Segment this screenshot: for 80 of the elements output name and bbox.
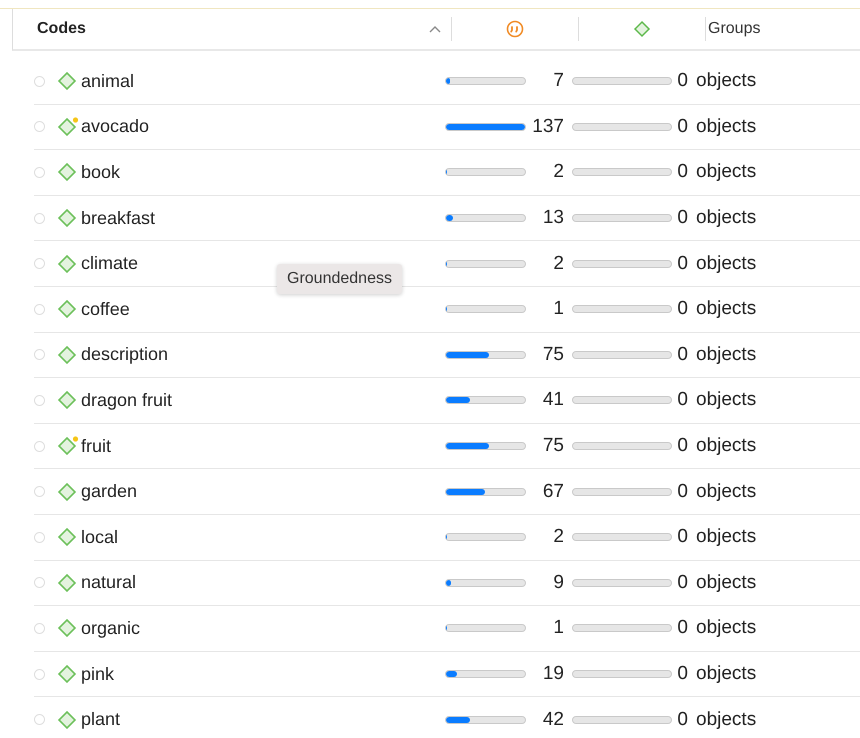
quotation-icon[interactable] [506, 20, 524, 38]
sort-caret-icon [429, 25, 441, 33]
quotation-count: 7 [552, 70, 564, 92]
objects-label: objects [696, 389, 756, 412]
select-circle[interactable] [34, 166, 45, 178]
group-count: 0 [676, 298, 688, 320]
tooltip: Groundedness [277, 264, 402, 294]
code-name[interactable]: garden [81, 481, 445, 502]
select-circle[interactable] [34, 714, 45, 726]
code-name[interactable]: local [81, 526, 445, 548]
group-count: 0 [676, 389, 688, 412]
select-circle[interactable] [34, 258, 45, 270]
group-count: 0 [676, 252, 688, 275]
group-count: 0 [676, 344, 688, 366]
objects-label: objects [696, 344, 756, 366]
quotation-count: 2 [552, 252, 564, 275]
quotation-count: 42 [542, 708, 564, 731]
objects-label: objects [696, 708, 756, 731]
objects-label: objects [696, 252, 756, 275]
select-circle[interactable] [34, 212, 45, 224]
group-count: 0 [676, 708, 688, 731]
select-circle[interactable] [34, 121, 45, 132]
code-name[interactable]: dragon fruit [81, 390, 445, 411]
quotation-count: 67 [542, 480, 564, 503]
group-count: 0 [676, 70, 688, 92]
objects-label: objects [696, 161, 756, 184]
code-name[interactable]: coffee [81, 298, 445, 320]
group-count: 0 [676, 617, 688, 640]
group-count: 0 [676, 161, 688, 184]
objects-label: objects [696, 572, 756, 594]
select-circle[interactable] [34, 304, 45, 315]
code-name[interactable]: breakfast [81, 208, 445, 229]
group-count: 0 [676, 526, 688, 548]
group-count: 0 [676, 435, 688, 458]
select-circle[interactable] [34, 668, 45, 680]
quotation-count: 9 [552, 572, 564, 594]
group-count: 0 [676, 116, 688, 138]
select-circle[interactable] [34, 76, 45, 87]
code-name[interactable]: book [81, 162, 445, 183]
code-name[interactable]: natural [81, 572, 445, 594]
objects-label: objects [696, 526, 756, 548]
quotation-count: 2 [552, 526, 564, 548]
code-name[interactable]: fruit [81, 436, 445, 457]
select-circle[interactable] [34, 486, 45, 498]
select-circle[interactable] [34, 394, 45, 406]
select-circle[interactable] [34, 440, 45, 452]
objects-label: objects [696, 207, 756, 230]
quotation-count: 1 [552, 617, 564, 640]
column-header[interactable]: Codes [13, 17, 452, 41]
code-name[interactable]: pink [81, 664, 445, 685]
quotation-count: 75 [542, 435, 564, 458]
group-count: 0 [676, 480, 688, 503]
select-circle[interactable] [34, 349, 45, 360]
select-circle[interactable] [34, 577, 45, 588]
group-count: 0 [676, 572, 688, 594]
group-count: 0 [676, 663, 688, 686]
code-icon[interactable] [633, 20, 651, 38]
objects-label: objects [696, 663, 756, 686]
code-name[interactable]: avocado [81, 116, 445, 138]
code-name[interactable]: animal [81, 70, 445, 92]
objects-label: objects [696, 617, 756, 640]
quotation-count: 13 [542, 207, 564, 230]
code-name[interactable]: plant [81, 709, 445, 730]
objects-label: objects [696, 116, 756, 138]
quotation-count: 41 [542, 389, 564, 412]
code-name[interactable]: description [81, 344, 445, 366]
group-count: 0 [676, 207, 688, 230]
quotation-count: 137 [531, 116, 564, 138]
column-header[interactable]: Groups [706, 17, 766, 41]
quotation-count: 75 [542, 344, 564, 366]
select-circle[interactable] [34, 622, 45, 634]
objects-label: objects [696, 298, 756, 320]
quotation-count: 2 [552, 161, 564, 184]
quotation-count: 19 [542, 663, 564, 686]
objects-label: objects [696, 480, 756, 503]
objects-label: objects [696, 70, 756, 92]
quotation-count: 1 [552, 298, 564, 320]
code-name[interactable]: organic [81, 618, 445, 639]
objects-label: objects [696, 435, 756, 458]
select-circle[interactable] [34, 532, 45, 543]
